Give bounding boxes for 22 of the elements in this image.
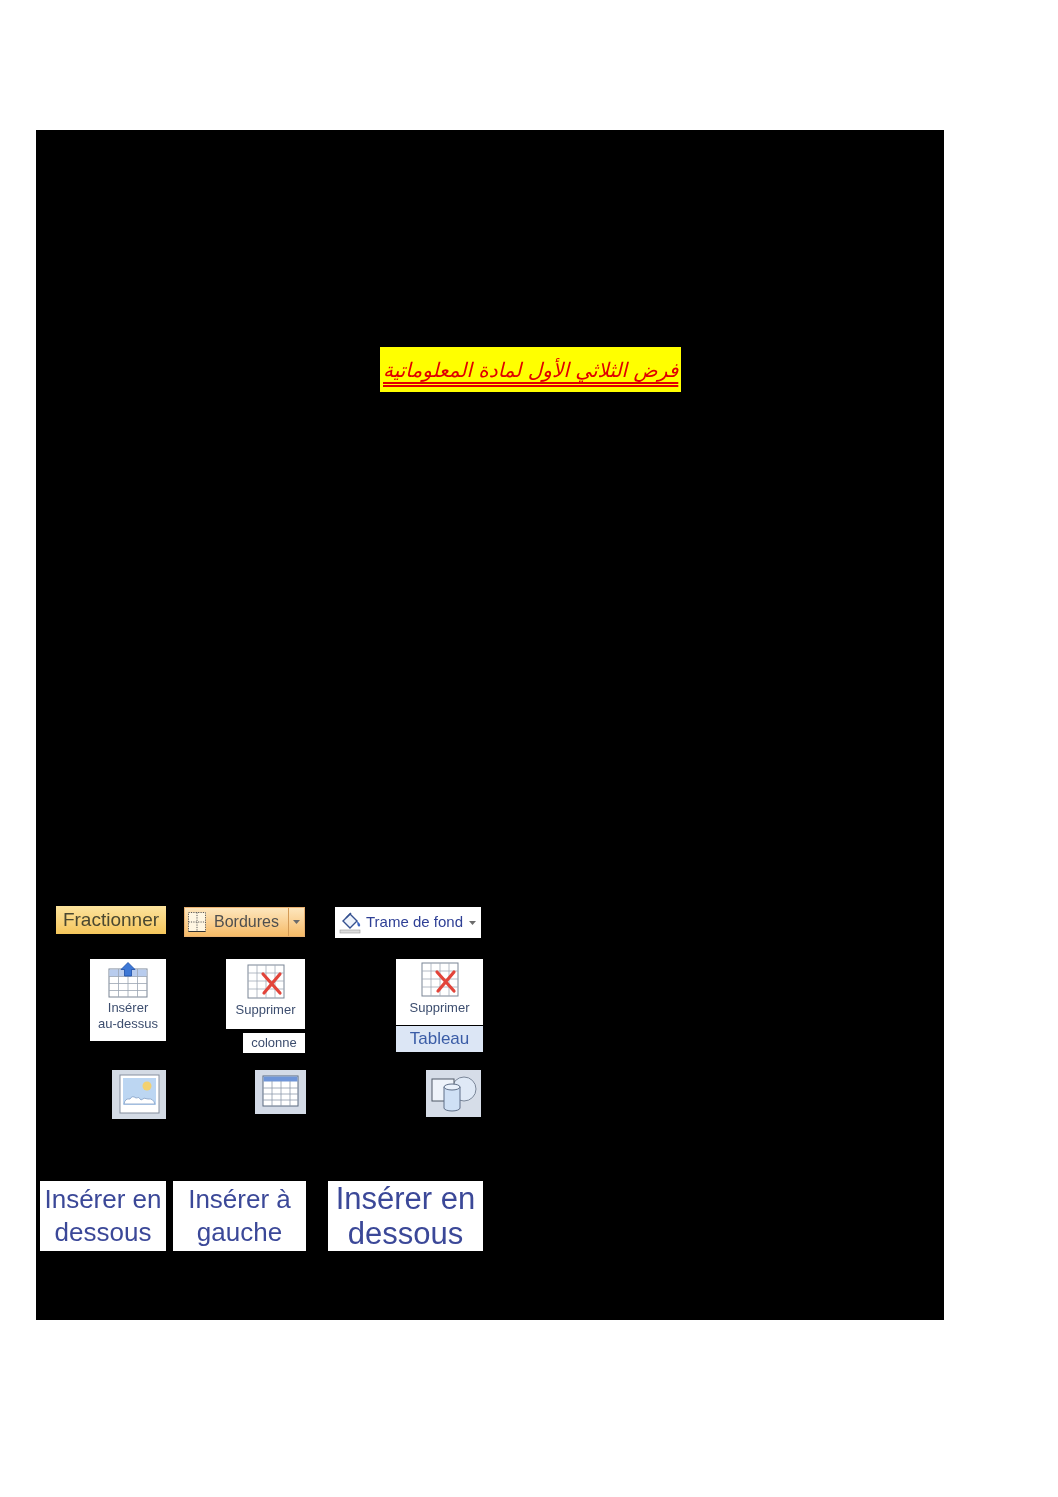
label-text: Insérer à gauche — [173, 1181, 306, 1251]
caption-text: Tableau — [396, 1026, 483, 1052]
delete-table-icon — [246, 964, 285, 1000]
shapes-icon — [426, 1070, 481, 1117]
delete-button[interactable]: Supprimer — [226, 959, 305, 1029]
grid-icon — [188, 912, 206, 932]
borders-button[interactable]: Bordures — [184, 907, 305, 937]
label-text: Insérer en dessous — [328, 1181, 483, 1251]
picture-icon — [112, 1070, 166, 1119]
insert-above-button[interactable]: Insérer au-dessus — [90, 959, 166, 1041]
caret-icon — [469, 920, 476, 925]
split-cells-button[interactable]: Fractionner — [56, 906, 166, 934]
insert-row-above-icon — [108, 962, 148, 998]
caret-icon — [293, 920, 300, 924]
table-icon — [255, 1070, 306, 1114]
delete-table-icon — [420, 962, 459, 998]
shading-button[interactable]: Trame de fond — [335, 907, 481, 938]
delete-button[interactable]: Supprimer — [396, 959, 483, 1025]
caption-text: colonne — [243, 1033, 305, 1053]
document-title: فرض الثلاثي الأول لمادة المعلوماتية — [380, 347, 682, 392]
paint-bucket-icon — [339, 911, 363, 934]
label-text: Insérer en dessous — [40, 1181, 166, 1251]
